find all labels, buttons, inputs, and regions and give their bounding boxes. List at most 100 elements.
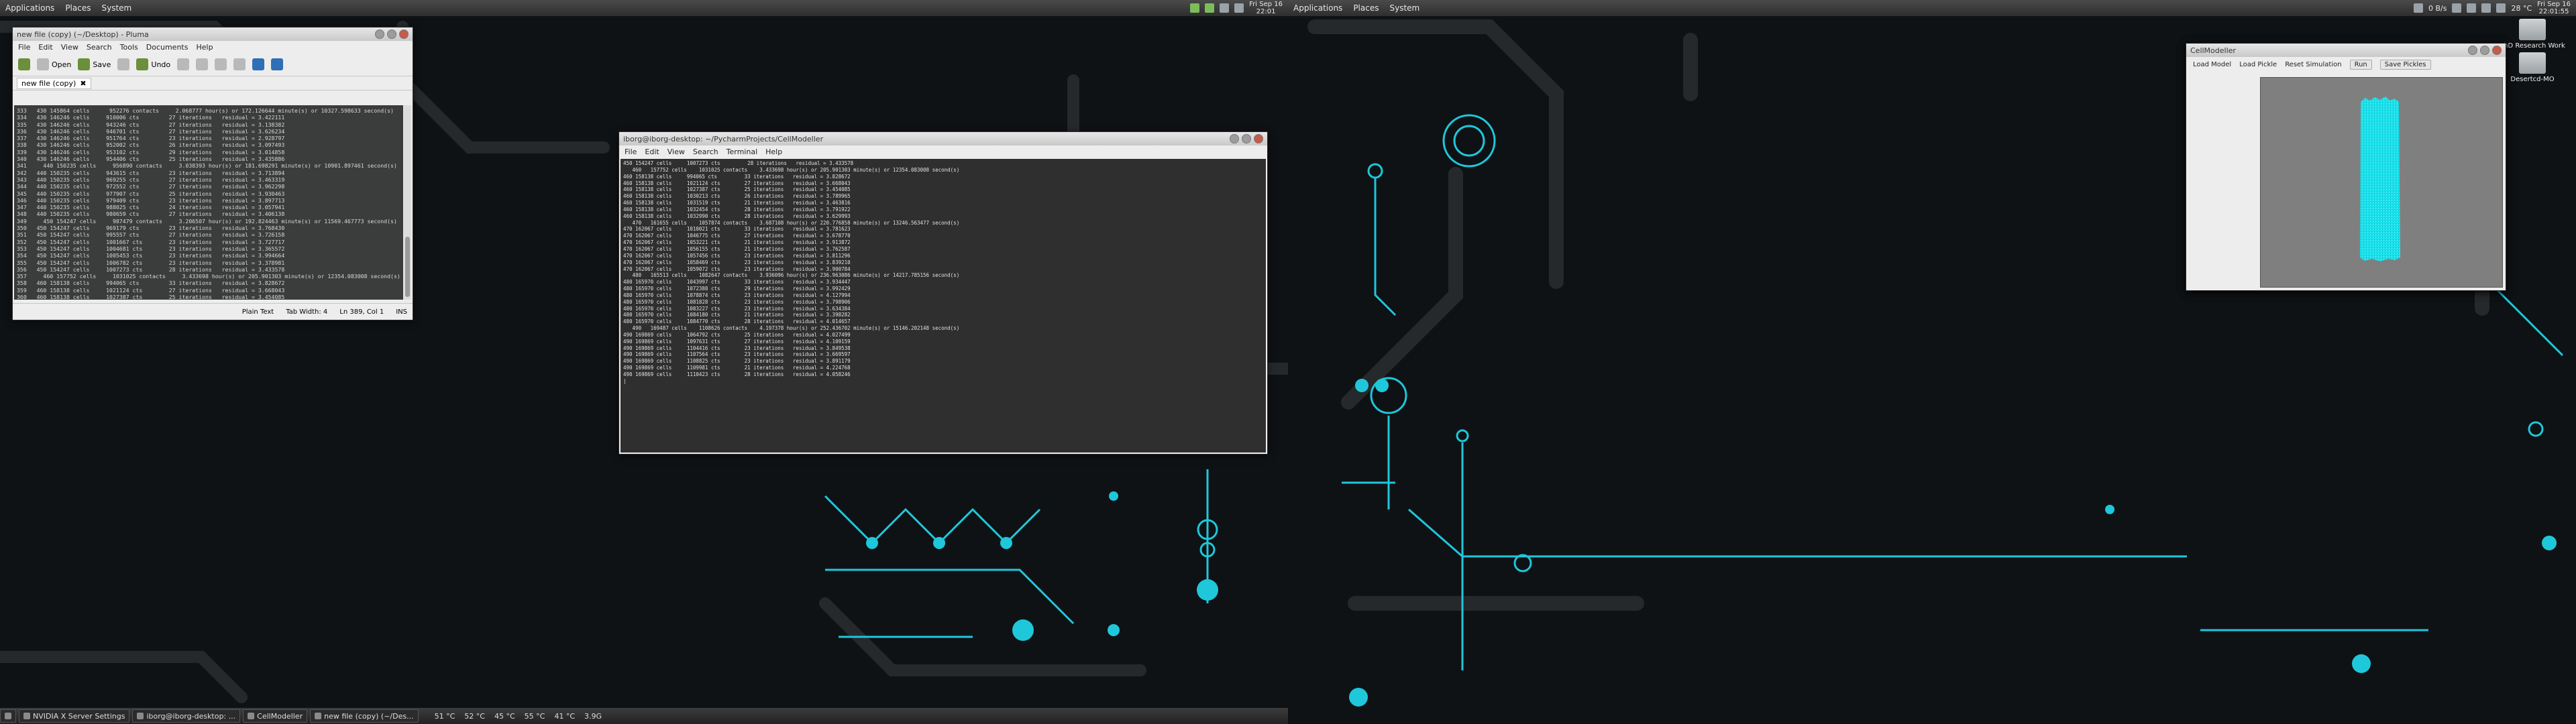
load-model-button[interactable]: Load Model	[2193, 61, 2231, 68]
editor-line: 356 450 154247 cells 1007273 cts 28 iter…	[17, 265, 285, 273]
language-selector[interactable]: Plain Text	[242, 308, 274, 316]
clock[interactable]: Fri Sep 16 22:01:55	[2537, 1, 2571, 15]
tab-width-selector[interactable]: Tab Width: 4	[286, 308, 327, 316]
terminal-output[interactable]: 450 154247 cells 1007273 cts 28 iteratio…	[621, 159, 1266, 452]
terminal-line: 490 169869 cells 1108825 cts 23 iteratio…	[623, 358, 851, 365]
network-icon[interactable]	[1220, 3, 1230, 13]
close-button[interactable]	[399, 29, 409, 39]
clock[interactable]: Fri Sep 16 22:01	[1249, 1, 1283, 15]
reset-simulation-button[interactable]: Reset Simulation	[2285, 61, 2341, 68]
task-pluma[interactable]: new file (copy) (~/Des...	[310, 709, 419, 723]
minimize-button[interactable]	[2468, 46, 2477, 55]
minimize-button[interactable]	[1230, 134, 1239, 143]
volume-icon[interactable]	[1234, 3, 1244, 13]
save-pickles-button[interactable]: Save Pickles	[2379, 59, 2431, 70]
editor-line: 342 440 150235 cells 943615 cts 23 itera…	[17, 169, 285, 176]
tab-close-icon[interactable]: ✖	[80, 79, 86, 88]
redo-button[interactable]	[177, 58, 190, 70]
new-button[interactable]	[18, 58, 30, 70]
replace-button[interactable]	[271, 58, 284, 70]
panel-menu-places[interactable]: Places	[1348, 3, 1384, 13]
menu-file[interactable]: File	[625, 147, 637, 156]
volume-icon[interactable]	[2481, 3, 2491, 13]
open-button[interactable]: Open	[37, 58, 71, 70]
show-desktop-button[interactable]	[0, 709, 16, 723]
menu-edit[interactable]: Edit	[645, 147, 659, 156]
bulb-icon[interactable]	[2452, 3, 2462, 13]
menu-help[interactable]: Help	[765, 147, 782, 156]
editor-line: 358 460 158138 cells 994065 cts 33 itera…	[17, 280, 285, 287]
menu-edit[interactable]: Edit	[38, 43, 52, 52]
panel-menu-system[interactable]: System	[1384, 3, 1425, 13]
terminal-line: 460 158138 cells 994065 cts 33 iteration…	[623, 173, 851, 180]
panel-menu-places[interactable]: Places	[60, 3, 96, 13]
paste-button[interactable]	[233, 58, 246, 70]
task-terminal[interactable]: iborg@iborg-desktop: ...	[132, 709, 241, 723]
pluma-window: new file (copy) (~/Desktop) - Pluma File…	[12, 27, 413, 320]
folder-icon	[2519, 52, 2546, 74]
terminal-icon	[137, 713, 144, 719]
terminal-titlebar[interactable]: iborg@iborg-desktop: ~/PycharmProjects/C…	[619, 132, 1267, 145]
weather-icon[interactable]	[2496, 3, 2506, 13]
nvidia-icon	[23, 713, 30, 719]
menu-view[interactable]: View	[61, 43, 78, 52]
maximize-button[interactable]	[387, 29, 396, 39]
menu-tools[interactable]: Tools	[120, 43, 138, 52]
find-button[interactable]	[252, 58, 265, 70]
cpu-monitor-icon[interactable]	[1205, 3, 1215, 13]
load-pickle-button[interactable]: Load Pickle	[2239, 61, 2277, 68]
panel-menu-system[interactable]: System	[96, 3, 137, 13]
simulation-viewport[interactable]	[2260, 77, 2503, 288]
menu-search[interactable]: Search	[87, 43, 112, 52]
minimize-button[interactable]	[375, 29, 384, 39]
terminal-line: 470 162067 cells 1059072 cts 23 iteratio…	[623, 265, 851, 272]
text-editor[interactable]: 333 430 145864 cells 952276 contacts 2.0…	[14, 105, 403, 300]
menu-file[interactable]: File	[18, 43, 30, 52]
terminal-line: 470 162067 cells 1056155 cts 21 iteratio…	[623, 245, 851, 252]
terminal-line: 470 162067 cells 1046775 cts 27 iteratio…	[623, 233, 851, 239]
panel-menu-applications[interactable]: Applications	[0, 3, 60, 13]
save-button[interactable]: Save	[78, 58, 111, 70]
bluetooth-icon[interactable]	[2467, 3, 2477, 13]
menu-documents[interactable]: Documents	[146, 43, 189, 52]
print-button[interactable]	[117, 58, 130, 70]
menu-help[interactable]: Help	[196, 43, 213, 52]
print-icon	[117, 58, 130, 70]
editor-line: 344 440 150235 cells 972552 cts 27 itera…	[17, 183, 285, 190]
maximize-button[interactable]	[1242, 134, 1251, 143]
panel-menu-applications[interactable]: Applications	[1288, 3, 1348, 13]
new-document-icon	[18, 58, 30, 70]
editor-line: 346 440 150235 cells 979409 cts 23 itera…	[17, 196, 285, 204]
right-monitor: Applications Places System 0 B/s 28 °C F…	[1288, 0, 2576, 724]
menu-search[interactable]: Search	[693, 147, 718, 156]
close-button[interactable]	[2492, 46, 2502, 55]
run-button[interactable]: Run	[2349, 59, 2372, 70]
close-button[interactable]	[1254, 134, 1263, 143]
cellmodeller-titlebar[interactable]: CellModeller	[2186, 44, 2506, 57]
terminal-line: 470 162067 cells 1053221 cts 21 iteratio…	[623, 239, 851, 246]
desktop-folder-desertcd[interactable]: Desertcd-MO	[2496, 40, 2569, 83]
bottom-panel: NVIDIA X Server Settings iborg@iborg-des…	[0, 708, 1288, 724]
cut-button[interactable]	[196, 58, 209, 70]
editor-scrollbar[interactable]	[404, 105, 411, 300]
document-tab[interactable]: new file (copy) ✖	[17, 77, 91, 89]
nvidia-icon[interactable]	[1190, 3, 1200, 13]
pluma-titlebar[interactable]: new file (copy) (~/Desktop) - Pluma	[13, 27, 413, 41]
clock-date: Fri Sep 16	[2537, 1, 2571, 8]
cellmodeller: CellModeller Load Model Load Pickle Reset S…	[2186, 43, 2506, 291]
search-icon	[252, 58, 265, 70]
sensor-temp: 41 °C	[554, 711, 576, 721]
menu-view[interactable]: View	[667, 147, 685, 156]
copy-button[interactable]	[215, 58, 227, 70]
network-icon[interactable]	[2413, 3, 2423, 13]
maximize-button[interactable]	[2480, 46, 2489, 55]
scrollbar-thumb[interactable]	[405, 237, 410, 297]
undo-button[interactable]: Undo	[136, 58, 170, 70]
menu-terminal[interactable]: Terminal	[727, 147, 758, 156]
editor-line: 343 440 150235 cells 969255 cts 27 itera…	[17, 176, 285, 183]
task-cellmodeller[interactable]: CellModeller	[243, 709, 308, 723]
terminal-line: 480 165970 cells 1084180 cts 21 iteratio…	[623, 312, 851, 318]
terminal-line: 490 169869 cells 1097631 cts 27 iteratio…	[623, 338, 851, 345]
task-nvidia-settings[interactable]: NVIDIA X Server Settings	[19, 709, 130, 723]
editor-line: 351 450 154247 cells 995557 cts 27 itera…	[17, 231, 285, 239]
